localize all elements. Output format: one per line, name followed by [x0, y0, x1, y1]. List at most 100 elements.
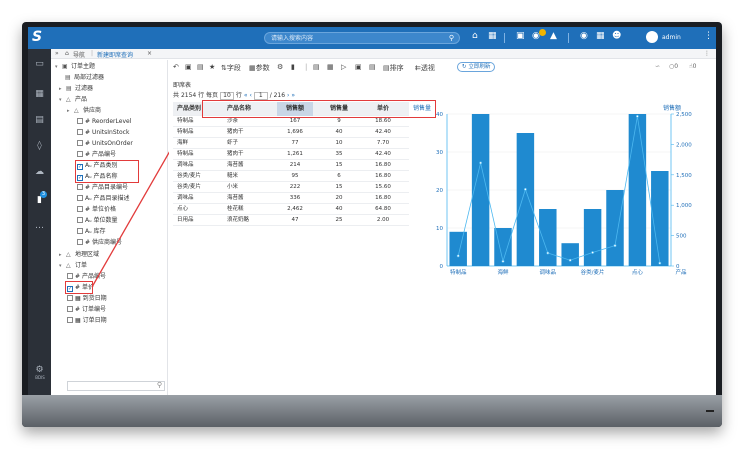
user-icon[interactable]: ☻ — [612, 31, 621, 41]
table-cell: 调味品 — [177, 195, 194, 201]
table-cell: 222 — [289, 184, 301, 190]
tree-item[interactable]: ▸ △ 供应商 — [67, 106, 101, 115]
search-icon[interactable]: ⚲ — [449, 34, 454, 42]
dashboard-icon[interactable]: ▦ — [34, 89, 45, 100]
search-input[interactable] — [271, 33, 431, 43]
filter-icon: ▤ — [65, 74, 71, 81]
field-checkbox[interactable] — [77, 239, 83, 245]
tree-item[interactable]: ▤ 局部过滤器 — [65, 73, 104, 82]
tab-home[interactable]: 导航 — [73, 50, 85, 59]
refresh-button[interactable]: ↻ 立即刷新 — [457, 62, 496, 72]
save-icon[interactable]: ▣ — [185, 63, 192, 71]
sort-button[interactable]: ▤排序 — [383, 63, 404, 73]
table-row[interactable]: 点心 桂花糕 2,462 40 64.80 — [173, 204, 409, 215]
grid-icon[interactable]: ▦ — [488, 31, 497, 41]
field-checkbox[interactable] — [77, 118, 83, 124]
table-cell: 47 — [291, 217, 299, 223]
global-search[interactable]: ⚲ — [264, 32, 460, 44]
field-checkbox[interactable] — [77, 151, 83, 157]
tree-item[interactable]: ▾ △ 产品 — [59, 95, 87, 104]
field-checkbox[interactable] — [67, 317, 73, 323]
table-row[interactable]: 调味品 海苔酱 214 15 16.80 — [173, 160, 409, 171]
star-icon[interactable]: ★ — [209, 63, 215, 71]
field-checkbox[interactable] — [77, 129, 83, 135]
search-icon[interactable]: ⚲ — [157, 381, 162, 389]
y-tick-left: 30 — [436, 150, 443, 156]
tree-field[interactable]: # 订单编号 — [67, 305, 106, 314]
table-row[interactable]: 调味品 海苔酱 336 20 16.80 — [173, 193, 409, 204]
next-page-button[interactable]: › — [287, 92, 289, 99]
field-checkbox[interactable] — [77, 140, 83, 146]
line-point — [568, 258, 572, 262]
more-icon[interactable]: ⋮ — [704, 31, 713, 41]
field-checkbox[interactable] — [77, 195, 83, 201]
tree-root[interactable]: ▾ ▣ 订单主题 — [55, 62, 95, 71]
table-icon[interactable]: ▤ — [313, 63, 320, 71]
print-icon[interactable]: ▣ — [355, 63, 362, 71]
field-checkbox[interactable] — [67, 306, 73, 312]
export-icon[interactable]: ▷ — [341, 63, 346, 71]
table-row[interactable]: 海鲜 虾子 77 10 7.70 — [173, 138, 409, 149]
gear-icon[interactable]: ⚙ — [277, 63, 283, 71]
tab-active[interactable]: 新建即席查询 — [97, 50, 133, 59]
first-page-button[interactable]: « — [244, 92, 248, 99]
y-tick-right: 2,500 — [676, 112, 692, 118]
calendar-icon[interactable]: ▦ — [596, 31, 605, 41]
table-cell: 20 — [335, 195, 343, 201]
table-row[interactable]: 特制品 猪肉干 1,696 40 42.40 — [173, 127, 409, 138]
params-button[interactable]: ▦参数 — [249, 63, 270, 73]
prev-page-button[interactable]: ‹ — [249, 92, 251, 99]
table-row[interactable]: 谷类/麦片 糙米 95 6 16.80 — [173, 171, 409, 182]
tree-item[interactable]: ▾ △ 订单 — [59, 261, 87, 270]
monitor-icon[interactable]: ▭ — [34, 59, 45, 70]
cloud-icon[interactable]: ☁ — [34, 167, 45, 178]
home-icon[interactable]: ⌂ — [472, 31, 478, 41]
bar-line-chart[interactable]: 销售量 销售额01020304005001,0001,5002,0002,500特… — [409, 102, 709, 282]
field-checkbox[interactable] — [77, 206, 83, 212]
chart-icon[interactable]: ▮ — [291, 63, 295, 71]
table-cell: 2,462 — [287, 206, 303, 212]
grid-view-icon[interactable]: ▦ — [327, 63, 334, 71]
field-checkbox[interactable] — [77, 228, 83, 234]
pivot-button[interactable]: ⇇透视 — [415, 63, 435, 73]
share-icon[interactable]: ∽ — [655, 63, 660, 70]
copy-icon[interactable]: ▤ — [369, 63, 376, 71]
ellipsis-icon[interactable]: … — [34, 221, 45, 232]
table-row[interactable]: 日用品 浪花奶酪 47 25 2.00 — [173, 215, 409, 226]
avatar[interactable] — [646, 31, 658, 43]
tab-close-icon[interactable]: × — [147, 50, 152, 57]
briefcase-icon[interactable]: ▣ — [516, 31, 525, 41]
table-cell: 糙米 — [227, 173, 239, 179]
globe-icon[interactable]: ◉ — [580, 31, 588, 41]
table-cell: 336 — [289, 195, 301, 201]
field-checkbox[interactable] — [77, 184, 83, 190]
folder-icon[interactable]: ▤ — [34, 115, 45, 126]
table-cell: 调味品 — [177, 162, 194, 168]
comment-icon[interactable]: ○0 — [669, 63, 678, 70]
per-page-input[interactable]: 10 — [219, 92, 234, 100]
last-page-button[interactable]: » — [291, 92, 295, 99]
app-logo: S — [32, 29, 43, 45]
field-checkbox[interactable] — [67, 295, 73, 301]
like-icon[interactable]: ☝0 — [689, 63, 696, 70]
home-tab-icon[interactable]: ⌂ — [65, 50, 69, 57]
y-tick-right: 1,000 — [676, 203, 692, 209]
collapse-icon[interactable]: » — [55, 50, 59, 57]
bar — [583, 209, 602, 266]
fields-button[interactable]: ⇅字段 — [221, 63, 241, 73]
tree-field[interactable]: ▦ 订单日期 — [67, 316, 107, 325]
page-input[interactable]: 1 — [253, 92, 268, 100]
undo-icon[interactable]: ↶ — [173, 63, 179, 71]
username[interactable]: admin — [662, 34, 681, 41]
table-cell: 214 — [289, 162, 301, 168]
more-tabs-icon[interactable]: ⋮ — [704, 50, 710, 57]
tree-item[interactable]: ▸ ▤ 过滤器 — [59, 84, 93, 93]
database-icon[interactable]: ◊ — [34, 141, 45, 152]
field-checkbox[interactable] — [67, 273, 73, 279]
table-row[interactable]: 谷类/麦片 小米 222 15 15.60 — [173, 182, 409, 193]
field-checkbox[interactable] — [77, 217, 83, 223]
tree-search-input[interactable]: ⚲ — [67, 381, 165, 391]
table-row[interactable]: 特制品 猪肉干 1,261 35 42.40 — [173, 149, 409, 160]
bell-icon[interactable]: ▲ — [550, 31, 557, 41]
saveas-icon[interactable]: ▤ — [197, 63, 204, 71]
